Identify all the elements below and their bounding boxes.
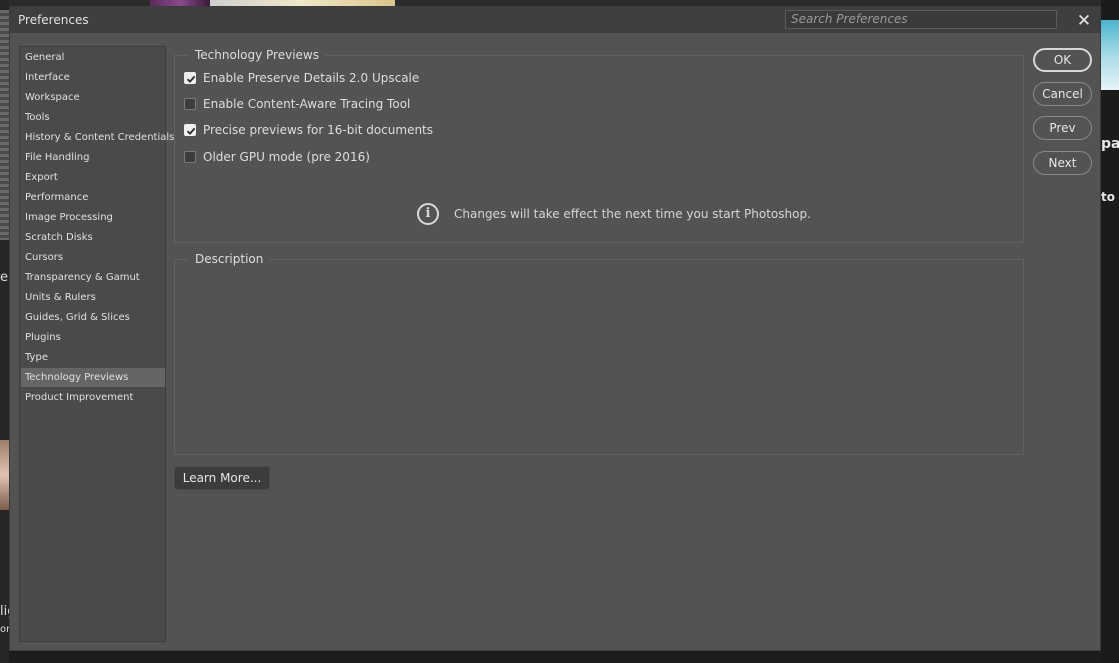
sidebar-item-export[interactable]: Export (21, 168, 165, 187)
sidebar-item-performance[interactable]: Performance (21, 188, 165, 207)
checkmark-icon (186, 127, 196, 135)
sidebar-item-workspace[interactable]: Workspace (21, 88, 165, 107)
sidebar-item-plugins[interactable]: Plugins (21, 328, 165, 347)
checkmark-icon (186, 75, 196, 83)
sidebar-item-type[interactable]: Type (21, 348, 165, 367)
sidebar-item-product-improvement[interactable]: Product Improvement (21, 388, 165, 407)
checkbox-checked[interactable] (184, 124, 196, 136)
close-icon[interactable]: ✕ (1073, 10, 1095, 32)
option-content-aware-tracing[interactable]: Enable Content-Aware Tracing Tool (184, 96, 410, 112)
background-text: to I (1101, 190, 1119, 204)
background-thumbnail (0, 440, 9, 510)
prev-button[interactable]: Prev (1033, 116, 1092, 140)
sidebar-item-cursors[interactable]: Cursors (21, 248, 165, 267)
next-button[interactable]: Next (1033, 151, 1092, 175)
sidebar-item-scratch-disks[interactable]: Scratch Disks (21, 228, 165, 247)
sidebar-item-transparency[interactable]: Transparency & Gamut (21, 268, 165, 287)
background-right-panel (1101, 0, 1119, 663)
sidebar-item-history[interactable]: History & Content Credentials (21, 128, 174, 147)
sidebar-item-file-handling[interactable]: File Handling (21, 148, 165, 167)
preferences-dialog: Preferences Search Preferences ✕ General… (9, 6, 1101, 651)
background-text: on (0, 624, 9, 635)
sidebar-item-guides[interactable]: Guides, Grid & Slices (21, 308, 165, 327)
option-preserve-details[interactable]: Enable Preserve Details 2.0 Upscale (184, 70, 419, 86)
background-text: pa (1101, 136, 1119, 152)
group-title: Description (189, 252, 270, 266)
sidebar-item-units-rulers[interactable]: Units & Rulers (21, 288, 165, 307)
title-bar: Preferences Search Preferences ✕ (10, 7, 1100, 33)
sidebar-item-technology-previews[interactable]: Technology Previews (21, 368, 165, 387)
option-older-gpu-mode[interactable]: Older GPU mode (pre 2016) (184, 149, 370, 165)
sidebar-item-interface[interactable]: Interface (21, 68, 165, 87)
cancel-button[interactable]: Cancel (1033, 82, 1092, 106)
background-text: lig (0, 604, 9, 619)
group-title: Technology Previews (189, 48, 325, 62)
technology-previews-group: Technology Previews Enable Preserve Deta… (174, 48, 1024, 243)
checkbox-unchecked[interactable] (184, 98, 196, 110)
dialog-title: Preferences (18, 13, 89, 27)
option-label: Precise previews for 16-bit documents (203, 123, 434, 137)
background-thumbnail (0, 10, 9, 240)
option-label: Enable Content-Aware Tracing Tool (203, 97, 411, 111)
option-label: Enable Preserve Details 2.0 Upscale (203, 71, 420, 85)
sidebar-item-image-processing[interactable]: Image Processing (21, 208, 165, 227)
sidebar-item-general[interactable]: General (21, 48, 165, 67)
ok-button[interactable]: OK (1033, 48, 1092, 72)
checkbox-checked[interactable] (184, 72, 196, 84)
background-text: er (0, 270, 9, 285)
checkbox-unchecked[interactable] (184, 151, 196, 163)
info-icon: i (417, 203, 439, 225)
option-precise-previews[interactable]: Precise previews for 16-bit documents (184, 122, 433, 138)
description-group: Description (174, 252, 1024, 455)
learn-more-button[interactable]: Learn More... (174, 466, 270, 490)
background-thumbnail (1101, 20, 1119, 90)
option-label: Older GPU mode (pre 2016) (203, 150, 370, 164)
restart-notice: i Changes will take effect the next time… (417, 203, 811, 225)
preferences-sidebar: General Interface Workspace Tools Histor… (19, 46, 174, 642)
restart-notice-text: Changes will take effect the next time y… (454, 207, 811, 221)
search-preferences-input[interactable]: Search Preferences (785, 10, 1057, 29)
sidebar-item-tools[interactable]: Tools (21, 108, 165, 127)
